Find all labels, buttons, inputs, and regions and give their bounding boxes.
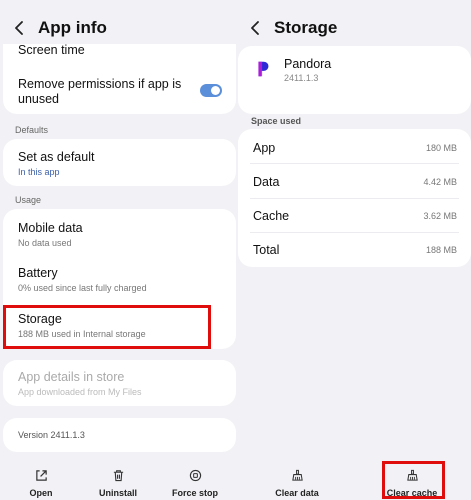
- defaults-section-label: Defaults: [15, 125, 49, 135]
- app-details-card[interactable]: App details in store App downloaded from…: [3, 360, 236, 406]
- total-size-value: 188 MB: [425, 245, 457, 255]
- app-details-label: App details in store: [18, 370, 125, 384]
- cache-size-label: Cache: [253, 209, 290, 223]
- data-size-value: 4.42 MB: [423, 177, 457, 187]
- cache-size-value: 3.62 MB: [423, 211, 457, 221]
- trash-icon: [111, 468, 125, 482]
- app-details-item: App details in store App downloaded from…: [18, 370, 224, 397]
- divider: [250, 232, 459, 233]
- storage-panel: Storage Pandora 2411.1.3 Space used App …: [236, 0, 471, 500]
- uninstall-button[interactable]: Uninstall: [88, 468, 148, 498]
- space-used-card: App 180 MB Data 4.42 MB Cache 3.62 MB To…: [238, 129, 471, 267]
- remove-permissions-item[interactable]: Remove permissions if app is unused: [18, 77, 186, 107]
- version-label: Version 2411.1.3: [18, 430, 85, 440]
- set-default-card[interactable]: Set as default In this app: [3, 139, 236, 186]
- app-summary-card: [238, 46, 471, 114]
- open-external-icon: [34, 468, 48, 482]
- battery-item[interactable]: Battery 0% used since last fully charged: [18, 266, 224, 293]
- set-default-item: Set as default In this app: [18, 150, 224, 177]
- clear-data-label: Clear data: [275, 488, 319, 498]
- usage-section-label: Usage: [15, 195, 42, 205]
- broom-icon: [290, 468, 304, 482]
- storage-highlight-box: [3, 305, 211, 349]
- battery-label: Battery: [18, 266, 58, 280]
- app-size-value: 180 MB: [425, 143, 457, 153]
- set-default-sub: In this app: [18, 167, 60, 177]
- remove-permissions-label: Remove permissions if app is unused: [18, 77, 182, 106]
- open-label: Open: [29, 488, 53, 498]
- uninstall-label: Uninstall: [98, 488, 137, 498]
- app-info-panel: App info Screen time Remove permissions …: [0, 0, 236, 500]
- divider: [250, 198, 459, 199]
- space-used-label: Space used: [251, 116, 302, 126]
- battery-sub: 0% used since last fully charged: [18, 283, 147, 293]
- app-size-label: App: [253, 141, 276, 155]
- back-arrow-icon[interactable]: [12, 21, 26, 35]
- mobile-data-item[interactable]: Mobile data No data used: [18, 221, 224, 248]
- pandora-logo-icon: [252, 58, 274, 80]
- page-title: Storage: [274, 18, 338, 37]
- open-button[interactable]: Open: [11, 468, 71, 498]
- mobile-data-sub: No data used: [18, 238, 72, 248]
- app-name: Pandora: [284, 57, 332, 71]
- screen-time-item[interactable]: Screen time: [18, 43, 224, 57]
- app-info-header: App info: [12, 14, 107, 42]
- permissions-card: Screen time Remove permissions if app is…: [3, 43, 236, 114]
- remove-permissions-toggle[interactable]: [200, 84, 222, 97]
- app-details-sub: App downloaded from My Files: [18, 387, 142, 397]
- version-row: Version 2411.1.3: [18, 430, 224, 440]
- page-title: App info: [38, 18, 107, 37]
- data-size-label: Data: [253, 175, 280, 189]
- set-default-label: Set as default: [18, 150, 95, 164]
- storage-header: Storage: [248, 14, 337, 42]
- app-version: 2411.1.3: [284, 73, 319, 83]
- stop-icon: [188, 468, 202, 482]
- total-size-label: Total: [253, 243, 280, 257]
- force-stop-label: Force stop: [171, 488, 218, 498]
- clear-cache-highlight-box: [382, 461, 445, 499]
- back-arrow-icon[interactable]: [248, 21, 262, 35]
- divider: [250, 163, 459, 164]
- clear-data-button[interactable]: Clear data: [267, 468, 327, 498]
- screen-time-label: Screen time: [18, 43, 85, 57]
- force-stop-button[interactable]: Force stop: [165, 468, 225, 498]
- version-card: Version 2411.1.3: [3, 418, 236, 452]
- mobile-data-label: Mobile data: [18, 221, 83, 235]
